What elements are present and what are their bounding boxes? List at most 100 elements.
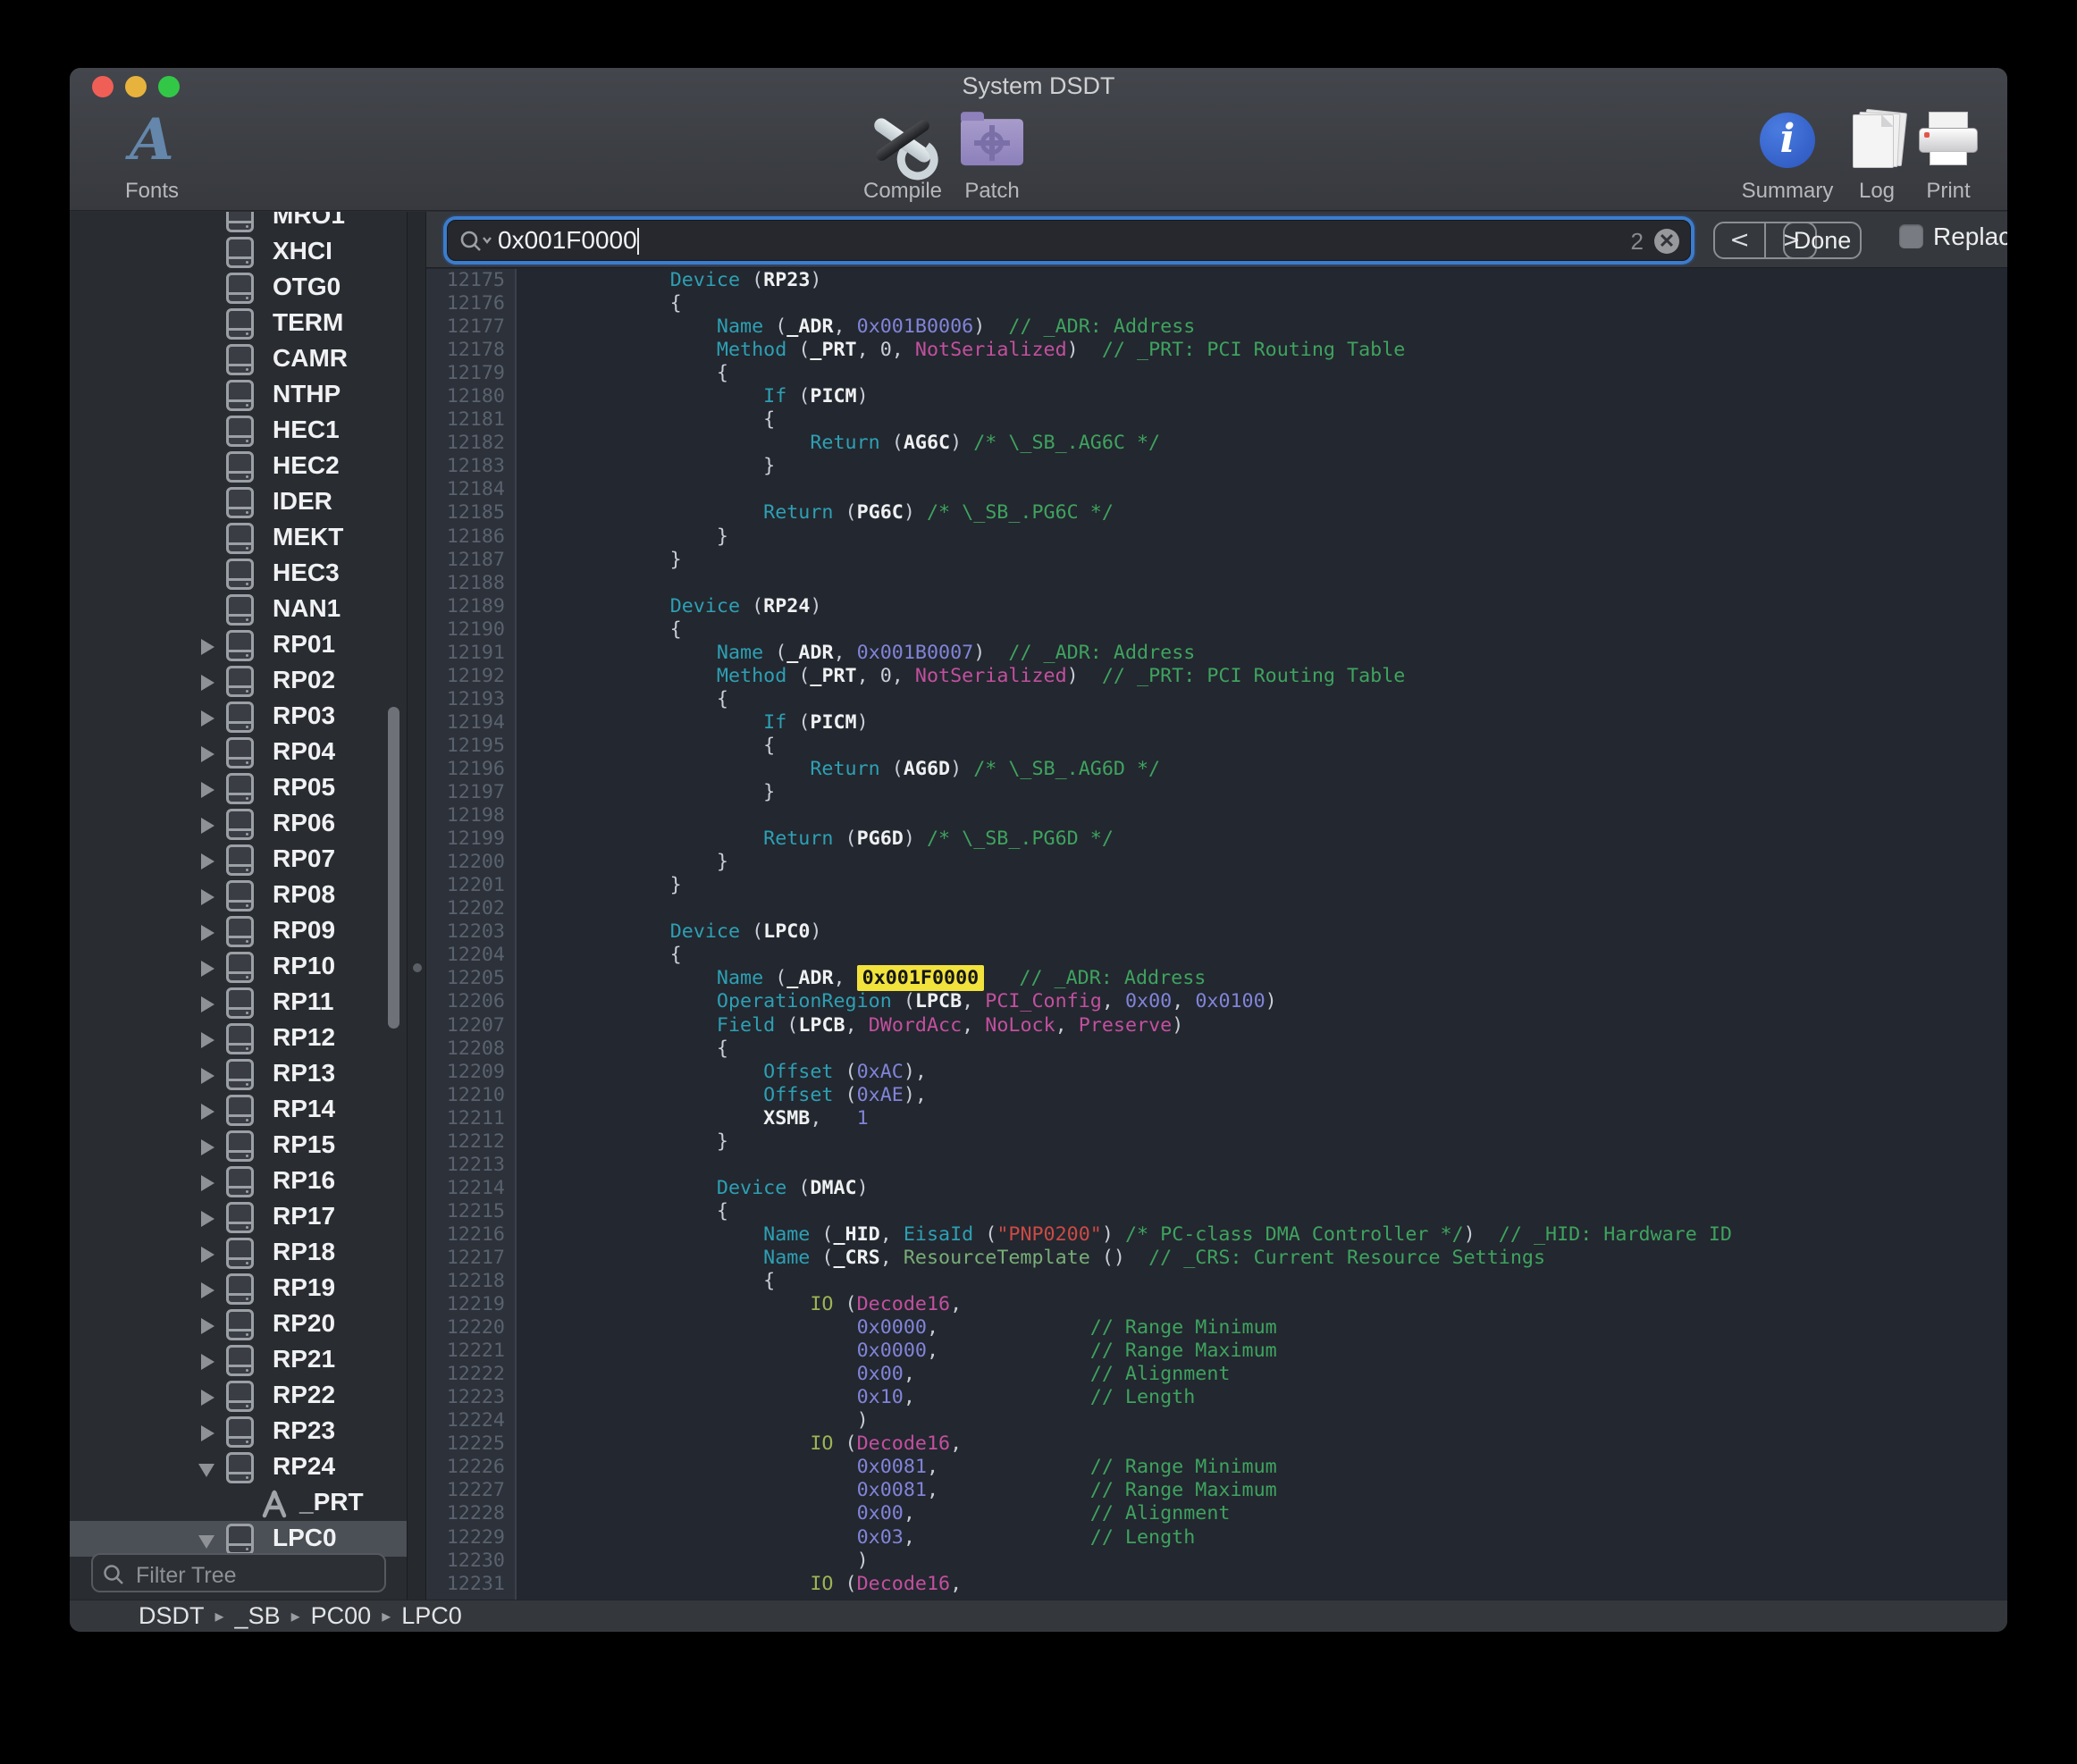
breadcrumb: DSDT▸_SB▸PC00▸LPC0 [139,1602,462,1630]
done-button[interactable]: Done [1783,222,1862,259]
tree-item-rp04[interactable]: RP04 [70,735,407,770]
tree-item-rp13[interactable]: RP13 [70,1056,407,1092]
tree-item-rp12[interactable]: RP12 [70,1021,407,1056]
line-number: 12218 [426,1270,505,1293]
tree-item-rp07[interactable]: RP07 [70,842,407,878]
breadcrumb-item-lpc0[interactable]: LPC0 [401,1602,462,1629]
tree-item-rp22[interactable]: RP22 [70,1378,407,1414]
code-line: 12217 Name (_CRS, ResourceTemplate () //… [426,1247,2007,1270]
patch-button[interactable]: Patch [929,105,1055,204]
code-line: 12191 Name (_ADR, 0x001B0007) // _ADR: A… [426,642,2007,665]
chevron-right-icon[interactable] [201,1032,214,1048]
code-line: 12207 Field (LPCB, DWordAcc, NoLock, Pre… [426,1014,2007,1037]
sidebar-scrollbar[interactable] [388,707,399,1029]
tree-item-camr[interactable]: CAMR [70,341,407,377]
chevron-right-icon[interactable] [201,1354,214,1370]
chevron-right-icon[interactable] [201,639,214,655]
tree-item-rp17[interactable]: RP17 [70,1199,407,1235]
chevron-right-icon[interactable] [201,782,214,798]
line-number: 12227 [426,1479,505,1502]
chevron-right-icon[interactable] [201,1211,214,1227]
tree-item-term[interactable]: TERM [70,306,407,341]
fonts-button[interactable]: A Fonts [89,105,214,204]
line-number: 12213 [426,1154,505,1177]
tree-item-nthp[interactable]: NTHP [70,377,407,413]
breadcrumb-item-_sb[interactable]: _SB [235,1602,281,1629]
clear-search-button[interactable]: ✕ [1654,229,1679,254]
chevron-right-icon[interactable] [201,1068,214,1084]
search-menu-icon[interactable] [458,229,492,254]
tree-item-mekt[interactable]: MEKT [70,520,407,556]
device-icon [226,1059,254,1090]
chevron-right-icon[interactable] [201,1425,214,1441]
tree-item-hec1[interactable]: HEC1 [70,413,407,449]
tree-item-otg0[interactable]: OTG0 [70,270,407,306]
tree-item-rp10[interactable]: RP10 [70,949,407,985]
tree-item-lpc0[interactable]: LPC0 [70,1521,407,1557]
breadcrumb-item-dsdt[interactable]: DSDT [139,1602,205,1629]
tree-item-rp15[interactable]: RP15 [70,1128,407,1163]
tree-item-rp14[interactable]: RP14 [70,1092,407,1128]
chevron-right-icon[interactable] [201,746,214,762]
chevron-right-icon[interactable] [201,961,214,977]
tree-item-rp19[interactable]: RP19 [70,1271,407,1306]
line-number: 12205 [426,967,505,990]
tree-item-rp05[interactable]: RP05 [70,770,407,806]
chevron-right-icon[interactable] [201,1139,214,1155]
tree-item-rp18[interactable]: RP18 [70,1235,407,1271]
chevron-right-icon[interactable] [201,1390,214,1406]
tree-item-xhci[interactable]: XHCI [70,234,407,270]
tree-item-nan1[interactable]: NAN1 [70,592,407,627]
tree-item-label: RP23 [273,1416,335,1445]
tree-item-rp08[interactable]: RP08 [70,878,407,913]
filter-placeholder: Filter Tree [136,1558,237,1593]
tree-item-ider[interactable]: IDER [70,484,407,520]
print-button[interactable]: Print [1886,105,2007,204]
tree-item-rp20[interactable]: RP20 [70,1306,407,1342]
tree-item-rp02[interactable]: RP02 [70,663,407,699]
chevron-right-icon[interactable] [201,1175,214,1191]
chevron-right-icon[interactable] [201,925,214,941]
pane-splitter[interactable] [407,212,426,1600]
filter-tree-field[interactable]: Filter Tree [91,1553,386,1592]
chevron-right-icon[interactable] [201,1282,214,1298]
tree-item-rp24[interactable]: RP24 [70,1449,407,1485]
tree-item-mro1[interactable]: MRO1 [70,212,407,234]
chevron-down-icon[interactable] [198,1464,214,1477]
replace-checkbox[interactable] [1899,224,1923,248]
chevron-right-icon[interactable] [201,1104,214,1120]
source-code-view[interactable]: 12175 Device (RP23)12176 {12177 Name (_A… [426,269,2007,1600]
chevron-right-icon[interactable] [201,996,214,1012]
tree-item-label: RP04 [273,737,335,766]
chevron-right-icon[interactable] [201,675,214,691]
tree-item-rp21[interactable]: RP21 [70,1342,407,1378]
breadcrumb-item-pc00[interactable]: PC00 [311,1602,372,1629]
code-line: 12204 { [426,944,2007,967]
search-input[interactable]: 0x001F0000 2 ✕ [447,220,1691,261]
tree-item-rp06[interactable]: RP06 [70,806,407,842]
tree-item-_prt[interactable]: _PRT [70,1485,407,1521]
chevron-right-icon[interactable] [201,1247,214,1263]
tree-item-rp01[interactable]: RP01 [70,627,407,663]
tree-item-rp16[interactable]: RP16 [70,1163,407,1199]
device-icon [226,630,254,661]
tree-item-hec3[interactable]: HEC3 [70,556,407,592]
tree-item-hec2[interactable]: HEC2 [70,449,407,484]
tree-item-rp03[interactable]: RP03 [70,699,407,735]
tree-item-rp23[interactable]: RP23 [70,1414,407,1449]
tree-item-label: MEKT [273,523,343,551]
chevron-right-icon[interactable] [201,818,214,834]
tree-item-rp11[interactable]: RP11 [70,985,407,1021]
tree-item-rp09[interactable]: RP09 [70,913,407,949]
chevron-down-icon[interactable] [198,1535,214,1549]
tree-item-label: HEC1 [273,416,340,444]
code-line: 12208 { [426,1037,2007,1061]
chevron-right-icon[interactable] [201,853,214,869]
code-line: 12192 Method (_PRT, 0, NotSerialized) //… [426,665,2007,688]
line-number: 12219 [426,1293,505,1316]
chevron-right-icon[interactable] [201,1318,214,1334]
previous-match-button[interactable]: < [1715,223,1766,257]
replace-label: Replace [1933,223,2007,251]
chevron-right-icon[interactable] [201,710,214,727]
chevron-right-icon[interactable] [201,889,214,905]
